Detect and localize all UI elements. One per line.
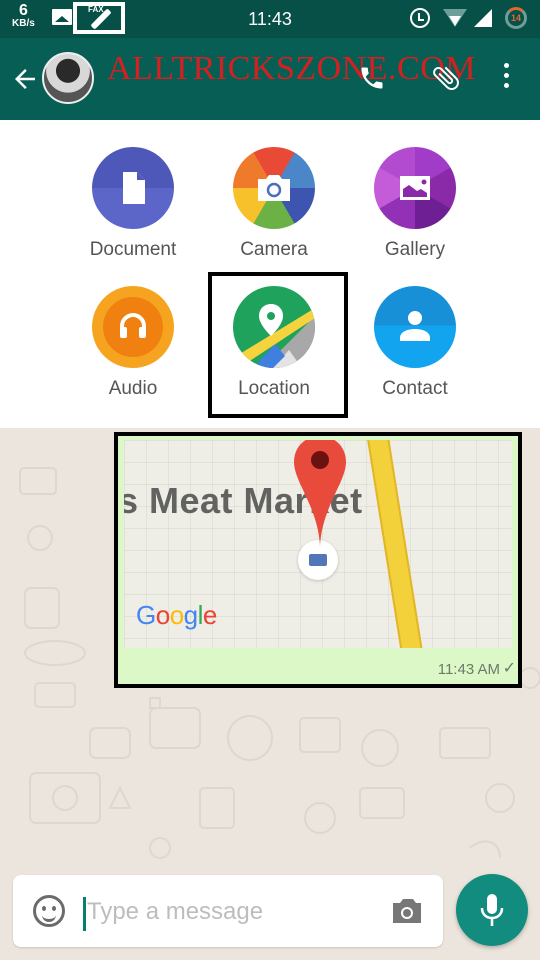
status-bar: 6 KB/s FAX 11:43 14 — [0, 0, 540, 38]
arrow-left-icon — [15, 69, 35, 89]
call-button[interactable] — [358, 64, 386, 92]
map-road — [364, 440, 427, 648]
attachment-sheet: Document Camera Gallery Audio Location C… — [0, 120, 540, 428]
camera-icon — [233, 147, 315, 229]
emoji-button[interactable] — [33, 895, 65, 927]
attach-option-label: Audio — [108, 378, 158, 399]
google-logo-letter: o — [155, 600, 170, 630]
google-logo-letter: o — [169, 600, 184, 630]
attach-option-label: Camera — [240, 239, 308, 260]
text-cursor — [83, 897, 86, 931]
more-options-button[interactable] — [500, 63, 512, 93]
message-timestamp: 11:43 AM — [437, 661, 500, 678]
attach-contact-option[interactable]: Contact — [355, 286, 475, 400]
google-logo: Google — [136, 600, 217, 631]
voice-record-button[interactable] — [456, 874, 528, 946]
battery-level: 14 — [510, 13, 521, 23]
gallery-icon — [374, 147, 456, 229]
google-logo-letter: g — [183, 600, 198, 630]
attach-audio-option[interactable]: Audio — [73, 286, 193, 400]
map-marker-icon — [294, 440, 346, 546]
call-icon — [361, 67, 383, 89]
location-message-bubble[interactable]: s Meat Market Google 11:43 AM ✓ — [114, 432, 522, 688]
attach-camera-option[interactable]: Camera — [214, 147, 334, 261]
contact-avatar[interactable] — [42, 52, 94, 104]
sent-check-icon: ✓ — [502, 660, 516, 677]
attach-option-label: Gallery — [384, 239, 446, 260]
wifi-icon — [443, 9, 467, 27]
back-button[interactable] — [10, 64, 40, 94]
attach-gallery-option[interactable]: Gallery — [355, 147, 475, 261]
document-icon — [92, 147, 174, 229]
composer-camera-button[interactable] — [391, 897, 423, 925]
google-logo-letter: G — [136, 600, 156, 630]
message-input[interactable] — [87, 891, 387, 933]
person-icon — [374, 286, 456, 368]
chat-area: s Meat Market Google 11:43 AM ✓ — [0, 428, 540, 960]
attach-button[interactable] — [430, 62, 462, 94]
more-vert-icon-dot — [503, 73, 509, 78]
message-composer — [13, 875, 443, 947]
chat-app-bar: ALLTRICKSZONE.COM — [0, 38, 540, 120]
battery-icon: 14 — [505, 7, 527, 29]
attach-option-label: Contact — [382, 378, 448, 399]
watermark-text: ALLTRICKSZONE.COM — [107, 50, 476, 87]
more-vert-icon-dot — [503, 63, 509, 68]
location-highlight-box — [208, 272, 348, 418]
alarm-icon — [410, 8, 430, 28]
location-map-preview[interactable]: s Meat Market Google — [124, 440, 512, 648]
headphones-icon — [92, 286, 174, 368]
google-logo-letter: e — [202, 600, 217, 630]
attach-option-label: Document — [89, 239, 177, 260]
cell-signal-icon — [474, 9, 492, 27]
attach-icon — [433, 66, 459, 91]
attach-document-option[interactable]: Document — [73, 147, 193, 261]
more-vert-icon-dot — [503, 83, 509, 88]
camera-icon — [393, 899, 421, 923]
microphone-icon — [480, 894, 504, 926]
